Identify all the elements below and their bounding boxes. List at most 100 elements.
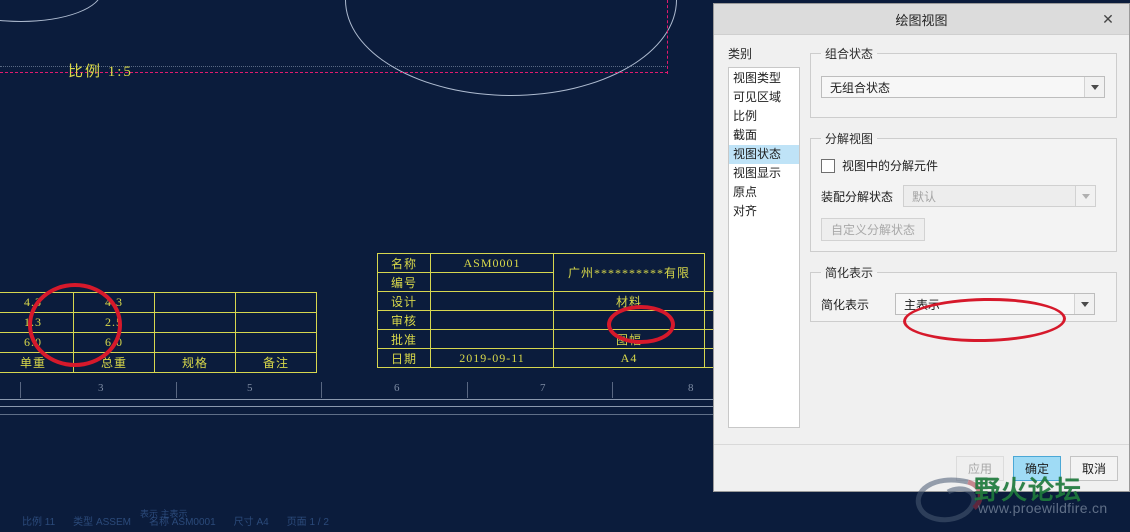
- bom-cell: [154, 292, 236, 313]
- bom-table[interactable]: 4.3 4.3 1.3 2.5 6.0 6.0 单重 总重 规格 备注: [0, 292, 317, 373]
- tb-name-label: 名称: [377, 253, 431, 273]
- bom-cell: 6.0: [0, 332, 74, 353]
- assembly-explode-state-row: 装配分解状态 默认: [821, 185, 1106, 207]
- chevron-down-icon[interactable]: [1075, 186, 1095, 206]
- category-item-view-display[interactable]: 视图显示: [729, 164, 799, 183]
- bom-cell: 2.5: [73, 312, 155, 333]
- ruler-tick: [20, 382, 21, 398]
- bom-cell: 6.0: [73, 332, 155, 353]
- chevron-down-icon[interactable]: [1084, 77, 1104, 97]
- combined-state-group: 组合状态 无组合状态: [810, 45, 1117, 118]
- tb-design-value: [430, 291, 554, 311]
- simplified-rep-row: 简化表示 主表示: [821, 293, 1106, 315]
- checkbox-icon[interactable]: [821, 158, 835, 173]
- status-bar: 比例 11 类型 ASSEM 名称 ASM0001 尺寸 A4 页面 1 / 2: [0, 508, 1130, 532]
- bom-cell: [235, 312, 317, 333]
- tb-sheet-label: 图幅: [553, 329, 705, 349]
- table-header-row: 单重 总重 规格 备注: [0, 352, 317, 373]
- table-row: 6.0 6.0: [0, 332, 317, 353]
- content-pane: 组合状态 无组合状态 分解视图 视图中的分解元件 装配分解状态 默认 自定义分解…: [810, 45, 1117, 455]
- simplified-rep-value: 主表示: [904, 297, 941, 312]
- tb-code-label: 编号: [377, 272, 431, 292]
- close-icon[interactable]: ✕: [1097, 8, 1119, 30]
- combined-state-combo[interactable]: 无组合状态: [821, 76, 1105, 98]
- combined-state-legend: 组合状态: [825, 47, 874, 61]
- apply-button[interactable]: 应用: [956, 455, 1004, 481]
- simplified-rep-legend: 简化表示: [825, 266, 874, 280]
- ok-button[interactable]: 确定: [1013, 455, 1061, 481]
- status-item-scale: 比例 11: [22, 516, 56, 528]
- simplified-rep-combo[interactable]: 主表示: [895, 293, 1095, 315]
- bom-cell: 4.3: [73, 292, 155, 313]
- category-item-align[interactable]: 对齐: [729, 202, 799, 221]
- tb-material-label: 材料: [553, 291, 705, 311]
- ruler-number: 7: [540, 382, 546, 394]
- bom-cell: 1.3: [0, 312, 74, 333]
- category-item-view-type[interactable]: 视图类型: [729, 69, 799, 88]
- tb-review-label: 审核: [377, 310, 431, 330]
- dialog-title: 绘图视图: [895, 12, 948, 28]
- drawing-view-dialog[interactable]: 绘图视图 ✕ 类别 视图类型 可见区域 比例 截面 视图状态 视图显示 原点 对…: [713, 3, 1130, 492]
- tb-sheet-value: A4: [553, 348, 705, 368]
- assembly-explode-state-combo[interactable]: 默认: [903, 185, 1096, 207]
- dialog-titlebar: 绘图视图 ✕: [714, 4, 1129, 35]
- explode-components-label: 视图中的分解元件: [842, 159, 939, 173]
- bom-header-spec: 规格: [154, 352, 236, 373]
- tb-date-label: 日期: [377, 348, 431, 368]
- drawing-arc: [0, 0, 102, 22]
- dialog-body: 类别 视图类型 可见区域 比例 截面 视图状态 视图显示 原点 对齐 组合状态 …: [714, 35, 1129, 455]
- tb-name-value: ASM0001: [430, 253, 554, 273]
- simplified-rep-group: 简化表示 简化表示 主表示: [810, 264, 1117, 322]
- bom-header-total-weight: 总重: [73, 352, 155, 373]
- category-pane: 类别 视图类型 可见区域 比例 截面 视图状态 视图显示 原点 对齐: [728, 45, 800, 455]
- ruler-number: 6: [394, 382, 400, 394]
- ruler-tick: [467, 382, 468, 398]
- explode-components-checkbox-row[interactable]: 视图中的分解元件: [821, 157, 1106, 174]
- status-item-size: 尺寸 A4: [233, 516, 269, 528]
- category-item-section[interactable]: 截面: [729, 126, 799, 145]
- ruler-number: 3: [98, 382, 104, 394]
- combined-state-value: 无组合状态: [830, 80, 891, 95]
- status-item-page: 页面 1 / 2: [286, 516, 329, 528]
- chevron-down-icon[interactable]: [1074, 294, 1094, 314]
- tb-review-value: [430, 310, 554, 330]
- explode-view-group: 分解视图 视图中的分解元件 装配分解状态 默认 自定义分解状态: [810, 130, 1117, 252]
- tb-design-label: 设计: [377, 291, 431, 311]
- table-row: 4.3 4.3: [0, 292, 317, 313]
- ruler-number: 5: [247, 382, 253, 394]
- status-item-type: 类型 ASSEM: [73, 516, 131, 528]
- bom-cell: [154, 332, 236, 353]
- ruler-tick: [321, 382, 322, 398]
- tb-code-value: [430, 272, 554, 292]
- bom-cell: [154, 312, 236, 333]
- category-item-origin[interactable]: 原点: [729, 183, 799, 202]
- tb-material-value: [553, 310, 705, 330]
- table-row: 1.3 2.5: [0, 312, 317, 333]
- explode-view-legend: 分解视图: [825, 132, 874, 146]
- bom-header-unit-weight: 单重: [0, 352, 74, 373]
- assembly-explode-state-value: 默认: [912, 189, 937, 204]
- category-item-scale[interactable]: 比例: [729, 107, 799, 126]
- ruler-tick: [612, 382, 613, 398]
- category-title: 类别: [728, 47, 753, 61]
- assembly-explode-state-label: 装配分解状态: [821, 189, 894, 204]
- simplified-rep-label: 简化表示: [821, 297, 870, 312]
- category-list[interactable]: 视图类型 可见区域 比例 截面 视图状态 视图显示 原点 对齐: [728, 67, 800, 428]
- scale-label: 比例 1:5: [68, 64, 133, 80]
- ruler-number: 8: [688, 382, 694, 394]
- tb-approve-label: 批准: [377, 329, 431, 349]
- drawing-arc: [345, 0, 677, 96]
- category-item-view-state[interactable]: 视图状态: [729, 145, 799, 164]
- status-item-name: 名称 ASM0001: [148, 516, 216, 528]
- tb-approve-value: [430, 329, 554, 349]
- dialog-footer: 应用 确定 取消: [714, 444, 1129, 491]
- tb-company: 广州**********有限: [553, 253, 705, 292]
- bom-cell: [235, 332, 317, 353]
- bom-cell: 4.3: [0, 292, 74, 313]
- bom-header-remark: 备注: [235, 352, 317, 373]
- custom-explode-state-button[interactable]: 自定义分解状态: [821, 218, 925, 241]
- category-item-visible-area[interactable]: 可见区域: [729, 88, 799, 107]
- cancel-button[interactable]: 取消: [1070, 455, 1118, 481]
- ruler-tick: [176, 382, 177, 398]
- tb-date-value: 2019-09-11: [430, 348, 554, 368]
